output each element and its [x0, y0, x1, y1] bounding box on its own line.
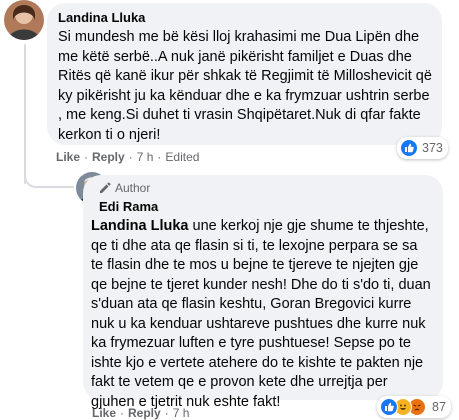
- like-button[interactable]: Like: [92, 406, 116, 420]
- reactions-count: 87: [432, 400, 446, 414]
- reply-time[interactable]: 7 h: [173, 406, 190, 420]
- reactions-summary[interactable]: 373: [397, 137, 448, 159]
- comment-actions: Like · Reply · 7 h · Edited: [56, 150, 200, 164]
- avatar[interactable]: [4, 0, 44, 40]
- author-badge: Author: [99, 181, 150, 195]
- reply-text: Landina Lluka une kerkoj nje gje shume t…: [91, 217, 433, 412]
- reactions-count: 373: [422, 141, 443, 155]
- author-pen-icon: [100, 182, 111, 193]
- mention-link[interactable]: Landina Lluka: [91, 218, 189, 234]
- like-button[interactable]: Like: [56, 150, 80, 164]
- author-badge-label: Author: [115, 181, 151, 195]
- like-icon: [400, 139, 418, 157]
- comment-text: Si mundesh me bë kësi lloj krahasimi me …: [58, 29, 432, 143]
- like-icon: [380, 398, 398, 416]
- reply-body: une kerkoj nje gje shume te thjeshte, qe…: [91, 218, 431, 410]
- comment-author[interactable]: Landina Lluka: [58, 10, 145, 25]
- reply-button[interactable]: Reply: [128, 406, 161, 420]
- thread-curve: [24, 162, 74, 188]
- edited-label[interactable]: Edited: [165, 150, 199, 164]
- reply-reactions-summary[interactable]: 87: [377, 396, 451, 418]
- comment-bubble: Landina Lluka Si mundesh me bë kësi lloj…: [47, 3, 442, 145]
- comment-time[interactable]: 7 h: [137, 150, 154, 164]
- reply-actions: Like · Reply · 7 h: [92, 406, 190, 420]
- reply-author[interactable]: Edi Rama: [99, 199, 158, 214]
- reply-bubble: Author Edi Rama Landina Lluka une kerkoj…: [83, 175, 443, 410]
- reply-button[interactable]: Reply: [92, 150, 125, 164]
